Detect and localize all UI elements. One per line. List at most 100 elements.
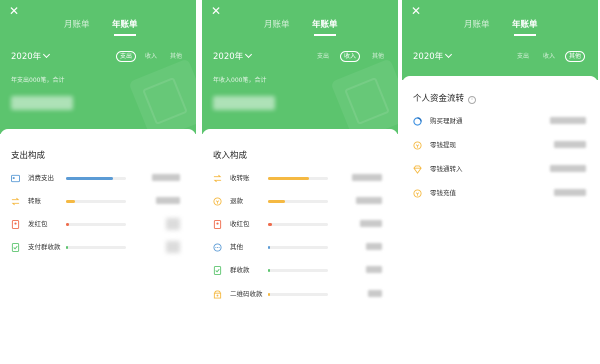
amount-blurred <box>550 165 586 172</box>
year-selector[interactable]: 2020年 <box>213 50 253 63</box>
row-label: 发红包 <box>28 220 48 228</box>
filter-income[interactable]: 收入 <box>540 52 558 61</box>
header: ✕ 月账单 年账单 2020年 支出 收入 其他 年支出000笔，合计 <box>0 0 196 134</box>
summary-text: 年支出000笔，合计 <box>11 77 65 84</box>
row-label: 二维码收款 <box>230 290 263 298</box>
list-item[interactable]: 零钱充值 <box>402 187 598 203</box>
header: ✕ 月账单 年账单 2020年 支出 收入 其他 <box>402 0 598 80</box>
list-item[interactable]: 其他 <box>202 241 398 257</box>
section-title: 支出构成 <box>11 151 46 161</box>
list-item[interactable]: 收转账 <box>202 172 398 188</box>
filter-other[interactable]: 其他 <box>167 52 185 61</box>
amount-blurred <box>166 218 180 230</box>
row-label: 转账 <box>28 197 41 205</box>
progress-fill <box>268 200 285 203</box>
card-icon <box>11 174 20 183</box>
lingqiantong-icon <box>413 165 422 174</box>
amount-blurred <box>550 117 586 124</box>
bill-tabs: 月账单 年账单 <box>202 19 398 39</box>
progress-fill <box>268 177 309 180</box>
progress-track <box>268 200 328 203</box>
filter-other[interactable]: 其他 <box>369 52 387 61</box>
list-item[interactable]: 零钱提现 <box>402 139 598 155</box>
tab-yearly[interactable]: 年账单 <box>312 19 338 31</box>
list-item[interactable]: 消费支出 <box>0 172 196 188</box>
filter-expense[interactable]: 支出 <box>514 52 532 61</box>
row-label: 群收款 <box>230 266 250 274</box>
bill-tabs: 月账单 年账单 <box>402 19 598 39</box>
transfer-icon <box>213 174 222 183</box>
chevron-down-icon <box>245 50 253 59</box>
amount-blurred <box>554 141 586 148</box>
amount-blurred <box>352 174 382 181</box>
progress-track <box>268 293 328 296</box>
filter-expense[interactable]: 支出 <box>116 51 137 62</box>
topup-icon <box>413 189 422 198</box>
tab-underline <box>114 34 136 36</box>
row-label: 收转账 <box>230 174 250 182</box>
filter-income[interactable]: 收入 <box>142 52 160 61</box>
progress-track <box>268 223 328 226</box>
amount-blurred <box>156 197 180 204</box>
list-item[interactable]: 购买理财通 <box>402 115 598 131</box>
filter-other[interactable]: 其他 <box>565 51 586 62</box>
list-item[interactable]: 二维码收款 <box>202 288 398 304</box>
year-label: 2020年 <box>11 52 42 62</box>
qr-pay-icon <box>213 290 222 299</box>
amount-blurred <box>360 220 382 227</box>
chevron-down-icon <box>445 50 453 59</box>
header: ✕ 月账单 年账单 2020年 支出 收入 其他 年收入000笔，合计 <box>202 0 398 134</box>
bill-tabs: 月账单 年账单 <box>0 19 196 39</box>
panel-expense: ✕ 月账单 年账单 2020年 支出 收入 其他 年支出000笔，合计 支出构成… <box>0 0 196 364</box>
group-pay-icon <box>213 266 222 275</box>
amount-blurred <box>356 197 382 204</box>
filter-expense[interactable]: 支出 <box>314 52 332 61</box>
list-item[interactable]: 零钱通转入 <box>402 163 598 179</box>
summary-text: 年收入000笔，合计 <box>213 77 267 84</box>
chevron-down-icon <box>43 50 51 59</box>
progress-fill <box>66 246 69 249</box>
filter-income[interactable]: 收入 <box>340 51 361 62</box>
progress-fill <box>66 177 113 180</box>
tab-yearly[interactable]: 年账单 <box>112 19 138 31</box>
amount-blurred <box>366 243 382 250</box>
tab-underline <box>314 34 336 36</box>
progress-track <box>66 223 126 226</box>
amount-blurred <box>368 290 382 297</box>
progress-track <box>66 200 126 203</box>
amount-blurred <box>166 241 180 253</box>
section-title: 收入构成 <box>213 151 248 161</box>
other-icon <box>213 243 222 252</box>
progress-fill <box>268 246 270 249</box>
tab-monthly[interactable]: 月账单 <box>464 19 490 31</box>
amount-blurred <box>152 174 180 181</box>
tab-yearly[interactable]: 年账单 <box>512 19 538 31</box>
progress-fill <box>268 269 270 272</box>
close-icon[interactable]: ✕ <box>9 4 19 18</box>
tab-underline <box>514 34 536 36</box>
progress-track <box>66 246 126 249</box>
row-label: 零钱提现 <box>430 141 456 149</box>
close-icon[interactable]: ✕ <box>411 4 421 18</box>
row-label: 零钱充值 <box>430 189 456 197</box>
list-item[interactable]: 转账 <box>0 195 196 211</box>
year-selector[interactable]: 2020年 <box>413 50 453 63</box>
list-item[interactable]: 发红包 <box>0 218 196 234</box>
section-title: 个人资金流转 i <box>413 93 477 105</box>
progress-fill <box>268 293 270 296</box>
list-item[interactable]: 收红包 <box>202 218 398 234</box>
list-item[interactable]: 退款 <box>202 195 398 211</box>
total-amount-blurred <box>213 96 275 110</box>
tab-monthly[interactable]: 月账单 <box>64 19 90 31</box>
close-icon[interactable]: ✕ <box>211 4 221 18</box>
info-icon[interactable]: i <box>468 96 477 104</box>
total-amount-blurred <box>11 96 73 110</box>
wealth-icon <box>413 117 422 126</box>
tab-monthly[interactable]: 月账单 <box>264 19 290 31</box>
group-pay-icon <box>11 243 20 252</box>
list-item[interactable]: 支付群收款 <box>0 241 196 257</box>
progress-track <box>268 177 328 180</box>
year-selector[interactable]: 2020年 <box>11 50 51 63</box>
list-item[interactable]: 群收款 <box>202 264 398 280</box>
red-packet-icon <box>11 220 20 229</box>
